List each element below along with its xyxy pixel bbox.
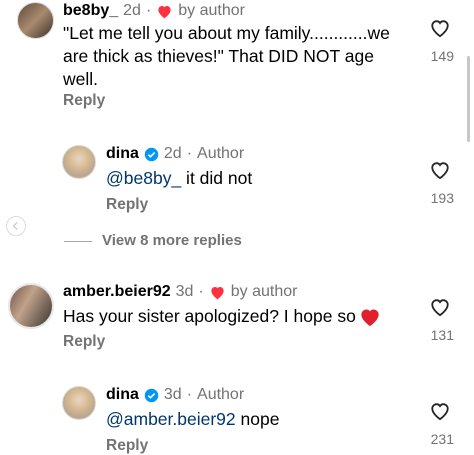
separator: · (198, 283, 204, 300)
heart-outline-icon[interactable] (429, 160, 451, 180)
comment-header: dina 2d · Author (106, 143, 244, 165)
verified-badge-icon (144, 388, 159, 402)
like-count: 149 (430, 48, 454, 64)
avatar[interactable] (17, 2, 54, 39)
reply-text: nope (235, 409, 280, 429)
separator: · (186, 145, 193, 162)
avatar[interactable] (62, 145, 96, 179)
like-count: 131 (430, 327, 454, 343)
heart-filled-icon (211, 286, 224, 299)
separator: · (145, 2, 152, 19)
comment-header: be8by_ 2d · by author (63, 0, 245, 22)
reply-button[interactable]: Reply (63, 92, 105, 110)
red-heart-emoji-icon (361, 309, 379, 326)
heart-outline-icon[interactable] (429, 401, 451, 421)
username[interactable]: dina (106, 145, 139, 163)
username[interactable]: amber.beier92 (63, 283, 171, 301)
mention-link[interactable]: @be8by_ (106, 168, 181, 188)
chevron-left-icon (12, 221, 18, 231)
scrollbar[interactable] (467, 56, 470, 142)
heart-outline-icon[interactable] (429, 18, 451, 38)
carousel-prev-button[interactable] (6, 216, 26, 236)
comment-body: Has your sister apologized? I hope so (63, 306, 356, 326)
author-label: Author (197, 145, 245, 162)
timestamp: 3d (175, 283, 194, 300)
timestamp: 2d (163, 145, 182, 162)
comment-header: dina 3d · Author (106, 384, 244, 406)
comment-text: Has your sister apologized? I hope so (63, 305, 381, 328)
author-label: Author (197, 386, 245, 403)
username[interactable]: dina (106, 386, 139, 404)
liked-by-author-label: by author (230, 283, 298, 300)
separator: · (186, 386, 193, 403)
comment-text: "Let me tell you about my family........… (63, 23, 390, 89)
comment-header: amber.beier92 3d · by author (63, 281, 297, 303)
heart-filled-icon (158, 5, 171, 18)
liked-by-author-label: by author (178, 2, 245, 19)
like-count: 193 (430, 190, 454, 206)
view-more-divider (64, 241, 92, 242)
reply-button[interactable]: Reply (106, 196, 148, 214)
view-more-replies-button[interactable]: View 8 more replies (102, 232, 242, 249)
timestamp: 2d (123, 2, 141, 19)
verified-badge-icon (144, 147, 159, 161)
heart-outline-icon[interactable] (429, 297, 451, 317)
reply-button[interactable]: Reply (106, 437, 148, 455)
reply-text: it did not (181, 168, 253, 188)
comment-text: @be8by_ it did not (106, 167, 252, 190)
timestamp: 3d (163, 386, 182, 403)
comment-text: @amber.beier92 nope (106, 408, 279, 431)
avatar[interactable] (62, 386, 96, 420)
avatar[interactable] (8, 283, 54, 329)
mention-link[interactable]: @amber.beier92 (106, 409, 236, 429)
like-count: 231 (430, 431, 454, 447)
reply-button[interactable]: Reply (63, 333, 105, 351)
username[interactable]: be8by_ (63, 2, 118, 20)
